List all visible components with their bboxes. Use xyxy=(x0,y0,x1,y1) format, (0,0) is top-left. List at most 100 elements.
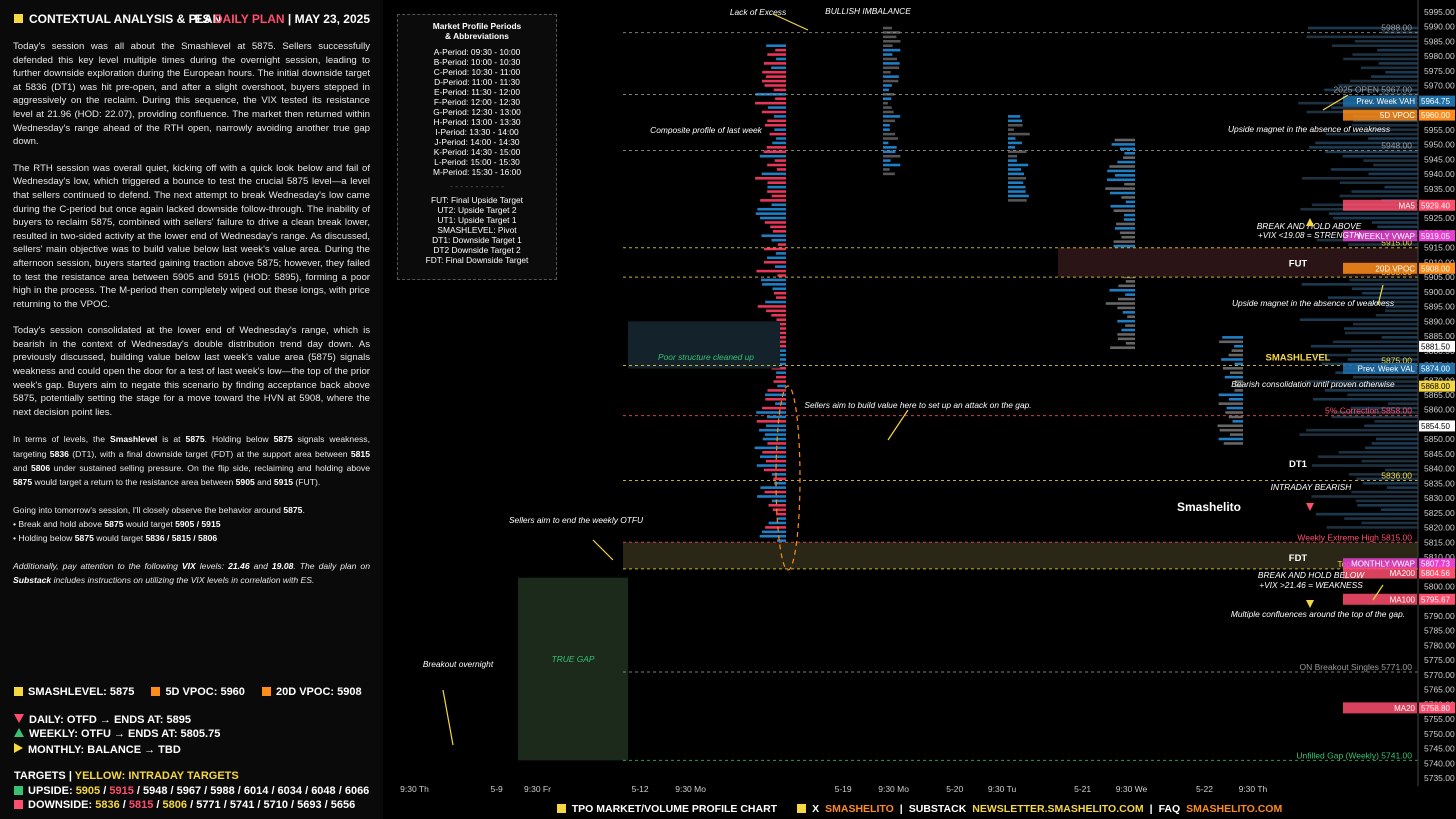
profile-bar xyxy=(773,115,786,118)
panel-header: CONTEXTUAL ANALYSIS & PLAN ES DAILY PLAN… xyxy=(14,12,370,28)
header-square-icon xyxy=(14,14,23,23)
profile-bar xyxy=(777,384,786,388)
profile-bar xyxy=(1330,168,1418,171)
profile-bar xyxy=(770,225,786,229)
profile-bar xyxy=(1114,227,1135,230)
tomorrow-plan: Going into tomorrow's session, I'll clos… xyxy=(13,504,305,544)
footer-square-icon xyxy=(797,804,807,813)
time-tick-label: 9:30 Th xyxy=(400,784,429,794)
x-handle-link[interactable]: SMASHELITO xyxy=(825,803,894,815)
profile-bar xyxy=(883,106,892,109)
profile-bar xyxy=(1122,311,1135,314)
profile-bar xyxy=(776,375,786,379)
profile-bar xyxy=(1232,420,1243,423)
profile-bar xyxy=(762,283,786,286)
profile-bar xyxy=(767,119,786,123)
profile-bar xyxy=(776,296,786,299)
profile-bar xyxy=(772,508,786,512)
legend-row-levels: SMASHLEVEL: 5875 5D VPOC: 5960 20D VPOC:… xyxy=(14,686,374,701)
price-badge-label: 5795.67 xyxy=(1421,595,1450,604)
profile-bar xyxy=(761,172,786,176)
annotation: BREAK AND HOLD BELOW xyxy=(1258,570,1365,580)
profile-bar xyxy=(1121,235,1135,239)
profile-bar xyxy=(1008,181,1024,185)
profile-bar xyxy=(1008,154,1018,158)
period-item: H-Period: 13:00 - 13:30 xyxy=(433,117,521,127)
profile-bar xyxy=(1339,194,1418,198)
targets-heading: TARGETS | YELLOW: INTRADAY TARGETS xyxy=(14,770,239,782)
footer-chart-label: TPO MARKET/VOLUME PROFILE CHART xyxy=(571,802,778,815)
abbreviation-item: DT1: Downside Target 1 xyxy=(432,235,522,245)
footer-square-icon xyxy=(556,804,566,813)
time-tick-label: 9:30 Tu xyxy=(988,784,1017,794)
profile-bar xyxy=(767,442,786,445)
price-badge-label: 5874.00 xyxy=(1421,364,1450,373)
profile-bar xyxy=(883,154,901,158)
price-tick-label: 5755.00 xyxy=(1424,714,1455,724)
plan-date: ES DAILY PLAN | MAY 23, 2025 xyxy=(195,12,371,26)
price-tick-label: 5830.00 xyxy=(1424,493,1455,503)
profile-bar xyxy=(767,185,786,189)
price-badge-label: 5804.56 xyxy=(1421,569,1450,578)
profile-bar xyxy=(1105,187,1135,190)
faq-link[interactable]: SMASHELITO.COM xyxy=(1186,803,1282,815)
profile-bar xyxy=(1377,225,1418,229)
time-tick-label: 5-20 xyxy=(946,784,963,794)
profile-bar xyxy=(1387,402,1418,405)
price-tick-label: 5780.00 xyxy=(1424,640,1455,650)
legend-row-monthly: MONTHLY: BALANCE → TBD xyxy=(14,742,374,758)
profile-bar xyxy=(883,62,900,65)
analysis-body: Today's session was all about the Smashl… xyxy=(13,40,370,600)
profile-bar xyxy=(1349,278,1418,282)
price-tick-label: 5890.00 xyxy=(1424,316,1455,326)
profile-bar xyxy=(883,44,893,48)
profile-bar xyxy=(762,437,786,441)
profile-bar xyxy=(1222,336,1243,339)
profile-bar xyxy=(767,106,786,109)
badge-tag-label: MA5 xyxy=(1399,201,1416,210)
profile-bar xyxy=(759,534,786,538)
price-tick-label: 5980.00 xyxy=(1424,51,1455,61)
period-item: M-Period: 15:30 - 16:00 xyxy=(433,167,521,177)
profile-bar xyxy=(761,79,786,83)
profile-bar xyxy=(776,57,786,61)
profile-bar xyxy=(775,48,786,52)
price-tick-label: 5915.00 xyxy=(1424,243,1455,253)
badge-tag-label: Prev. Week VAL xyxy=(1358,364,1416,373)
profile-bar xyxy=(762,450,786,454)
annotation: Lack of Excess xyxy=(730,7,787,17)
profile-bar xyxy=(1354,39,1418,43)
profile-bar xyxy=(767,53,786,56)
profile-bar xyxy=(760,486,786,489)
plan-label: DAILY PLAN xyxy=(213,12,285,26)
profile-bar xyxy=(1344,331,1418,335)
profile-bar xyxy=(1008,163,1029,167)
profile-bar xyxy=(771,499,786,503)
annotation: Multiple confluences around the top of t… xyxy=(1231,609,1405,619)
period-item: A-Period: 09:30 - 10:00 xyxy=(433,47,521,57)
period-item: K-Period: 14:30 - 15:00 xyxy=(433,147,521,157)
abbreviation-item: SMASHLEVEL: Pivot xyxy=(437,225,517,235)
profile-bar xyxy=(883,26,892,30)
profile-bar xyxy=(1375,437,1418,441)
price-tick-label: 5940.00 xyxy=(1424,169,1455,179)
profile-bar xyxy=(1114,174,1135,177)
profile-bar xyxy=(773,291,786,295)
profile-bar xyxy=(1125,280,1135,283)
price-tick-label: 5975.00 xyxy=(1424,66,1455,76)
substack-link[interactable]: NEWSLETTER.SMASHELITO.COM xyxy=(972,803,1143,815)
profile-bar xyxy=(1385,309,1418,313)
profile-bar xyxy=(755,101,786,105)
price-tick-label: 5775.00 xyxy=(1424,655,1455,665)
profile-bar xyxy=(757,305,786,308)
profile-bar xyxy=(1351,287,1418,291)
profile-bar xyxy=(1234,344,1243,348)
profile-bar xyxy=(1368,137,1418,140)
profile-bar xyxy=(883,57,897,61)
profile-bar xyxy=(1008,190,1026,193)
vpoc5-label: 5D VPOC: 5960 xyxy=(165,686,245,698)
profile-bar xyxy=(1306,428,1418,432)
profile-bar xyxy=(1344,517,1418,520)
profile-bar xyxy=(773,380,786,383)
profile-bar xyxy=(883,84,892,87)
